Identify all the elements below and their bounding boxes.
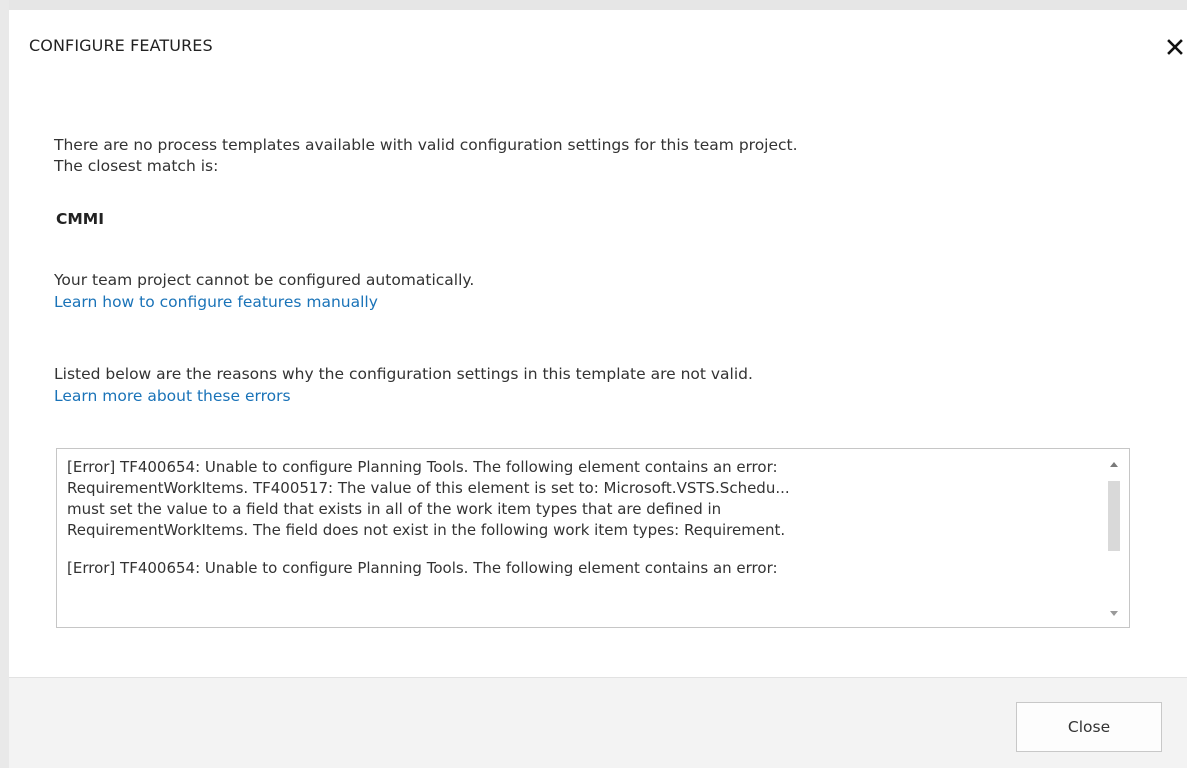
configure-features-dialog: CONFIGURE FEATURES There are no process …	[0, 0, 1187, 768]
no-templates-message: There are no process templates available…	[54, 136, 798, 154]
errors-scrollbar[interactable]	[1099, 449, 1129, 627]
dialog-header: CONFIGURE FEATURES	[9, 10, 1187, 80]
dialog-content: There are no process templates available…	[9, 80, 1187, 677]
scroll-down-arrow-icon[interactable]	[1107, 605, 1121, 619]
closest-match-template: CMMI	[56, 210, 104, 228]
scroll-up-arrow-icon[interactable]	[1107, 457, 1121, 471]
close-button[interactable]: Close	[1016, 702, 1162, 752]
scrollbar-thumb[interactable]	[1108, 481, 1120, 551]
error-item: [Error] TF400654: Unable to configure Pl…	[67, 458, 790, 539]
learn-configure-manually-link[interactable]: Learn how to configure features manually	[54, 292, 378, 313]
errors-list-box[interactable]: [Error] TF400654: Unable to configure Pl…	[56, 448, 1130, 628]
error-item: [Error] TF400654: Unable to configure Pl…	[67, 559, 778, 577]
learn-more-errors-link[interactable]: Learn more about these errors	[54, 386, 291, 407]
dialog-title: CONFIGURE FEATURES	[29, 36, 213, 55]
close-icon[interactable]	[1166, 38, 1184, 56]
closest-match-label: The closest match is:	[54, 157, 219, 175]
reasons-intro-text: Listed below are the reasons why the con…	[54, 365, 753, 383]
cannot-configure-message: Your team project cannot be configured a…	[54, 271, 475, 289]
dialog-left-edge	[0, 0, 9, 768]
errors-list: [Error] TF400654: Unable to configure Pl…	[67, 457, 1087, 596]
dialog-footer: Close	[9, 677, 1187, 768]
dialog-top-edge	[0, 0, 1187, 10]
